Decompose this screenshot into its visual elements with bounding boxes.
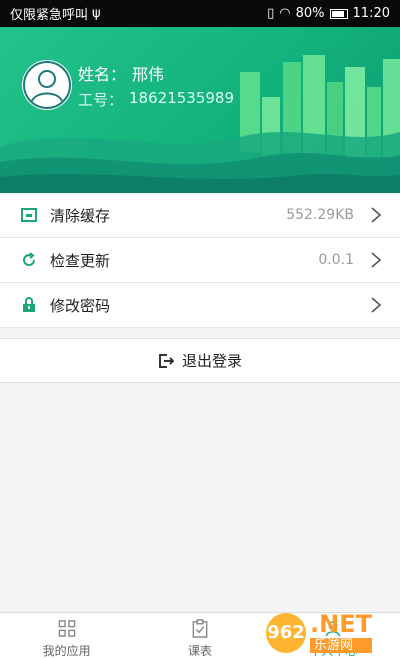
refresh-icon — [20, 251, 38, 269]
menu-item-check-update[interactable]: 检查更新 0.0.1 — [0, 238, 400, 283]
menu-item-label: 检查更新 — [50, 251, 111, 270]
menu-item-clear-cache[interactable]: 清除缓存 552.29KB — [0, 193, 400, 238]
vibrate-icon: ▯ — [267, 6, 275, 21]
user-avatar-icon — [23, 61, 71, 109]
logout-icon — [158, 353, 174, 368]
name-line: 姓名： 邢伟 — [78, 61, 164, 85]
city-skyline-background — [0, 55, 400, 193]
logout-button[interactable]: 退出登录 — [0, 338, 400, 383]
watermark-top: .NET — [310, 610, 372, 638]
menu-item-label: 修改密码 — [50, 296, 111, 315]
name-label: 姓名： — [78, 65, 127, 84]
settings-menu: 清除缓存 552.29KB 检查更新 0.0.1 修改密码 — [0, 193, 400, 328]
usb-icon: ψ — [92, 6, 101, 21]
battery-percent: 80% — [295, 6, 325, 21]
tab-label: 我的应用 — [42, 644, 91, 658]
clock: 11:20 — [352, 6, 390, 21]
status-left: 仅限紧急呼叫 ψ — [10, 4, 101, 23]
grid-icon — [58, 620, 75, 637]
watermark-bottom: 乐游网 — [310, 638, 372, 653]
watermark-badge: 962 — [266, 612, 306, 653]
tab-label: 课表 — [187, 644, 212, 658]
id-value: 18621535989 — [129, 89, 234, 107]
watermark-logo: 962 .NET 乐游网 — [262, 606, 400, 659]
status-bar: 仅限紧急呼叫 ψ ▯ ◠ 80% 11:20 — [0, 0, 400, 27]
carrier-text: 仅限紧急呼叫 — [10, 8, 89, 23]
avatar[interactable] — [22, 60, 72, 110]
id-line: 工号： 18621535989 — [78, 89, 234, 110]
status-right: ▯ ◠ 80% 11:20 — [267, 6, 390, 21]
lock-icon — [20, 296, 38, 314]
chevron-right-icon — [371, 252, 382, 268]
watermark-text: .NET 乐游网 — [310, 612, 372, 653]
cache-size: 552.29KB — [286, 207, 354, 223]
chevron-right-icon — [371, 207, 382, 223]
folder-icon — [20, 206, 38, 224]
battery-icon — [329, 8, 348, 19]
chevron-right-icon — [371, 297, 382, 313]
menu-item-label: 清除缓存 — [50, 206, 111, 225]
version-value: 0.0.1 — [318, 252, 354, 268]
logout-label: 退出登录 — [181, 352, 242, 370]
profile-header: 姓名： 邢伟 工号： 18621535989 — [0, 27, 400, 193]
clipboard-check-icon — [192, 619, 208, 638]
name-value: 邢伟 — [132, 65, 165, 84]
menu-item-change-password[interactable]: 修改密码 — [0, 283, 400, 328]
id-label: 工号： — [78, 91, 124, 109]
wifi-icon: ◠ — [279, 6, 291, 21]
tab-my-apps[interactable]: 我的应用 — [0, 613, 133, 659]
tab-schedule[interactable]: 课表 — [133, 613, 266, 659]
